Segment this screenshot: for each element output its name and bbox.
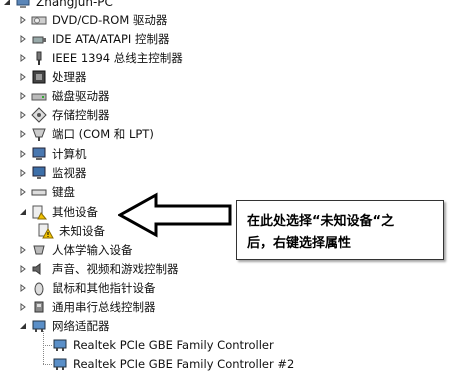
callout-line-2: 后，右键选择属性	[247, 236, 352, 251]
left-arrow-icon	[118, 192, 232, 238]
tree-item-label: 端口 (COM 和 LPT)	[52, 127, 154, 141]
tree-item-storage[interactable]: 存储控制器	[18, 106, 110, 124]
tree-item-label: 计算机	[52, 147, 87, 161]
tree-item-ieee1394[interactable]: IEEE 1394 总线主控制器	[18, 49, 183, 67]
expand-arrow-icon[interactable]	[18, 68, 28, 86]
tree-root-label: Zhangjun-PC	[36, 0, 113, 9]
tree-item-label: 网络适配器	[52, 319, 110, 333]
keyboard-icon	[31, 184, 47, 200]
tree-item-label: 存储控制器	[52, 108, 110, 122]
tree-item-usb[interactable]: 通用串行总线控制器	[18, 298, 156, 316]
tree-item-disk[interactable]: 磁盘驱动器	[18, 87, 110, 105]
tree-item-label: IDE ATA/ATAPI 控制器	[52, 32, 170, 46]
tree-item-realtek-1[interactable]: Realtek PCIe GBE Family Controller	[52, 336, 274, 354]
tree-item-label: Realtek PCIe GBE Family Controller	[73, 338, 274, 352]
tree-root[interactable]: Zhangjun-PC	[2, 0, 113, 11]
tree-item-other-devices[interactable]: 其他设备	[18, 203, 98, 221]
tree-item-label: 未知设备	[59, 224, 105, 238]
expand-arrow-icon[interactable]	[18, 11, 28, 29]
tree-item-sound[interactable]: 声音、视频和游戏控制器	[18, 260, 179, 278]
callout-line-1: 在此处选择“未知设备“之	[247, 214, 395, 229]
tree-item-unknown-device[interactable]: 未知设备	[38, 222, 105, 240]
expand-arrow-icon[interactable]	[18, 279, 28, 297]
tree-item-keyboard[interactable]: 键盘	[18, 183, 75, 201]
processor-icon	[31, 69, 47, 85]
tree-item-ide[interactable]: IDE ATA/ATAPI 控制器	[18, 30, 169, 48]
tree-item-label: 磁盘驱动器	[52, 89, 110, 103]
collapse-arrow-icon[interactable]	[18, 317, 28, 335]
expand-arrow-icon[interactable]	[18, 87, 28, 105]
tree-item-label: Realtek PCIe GBE Family Controller #2	[73, 357, 295, 371]
expand-arrow-icon[interactable]	[18, 183, 28, 201]
expand-arrow-icon[interactable]	[18, 241, 28, 259]
expand-arrow-icon[interactable]	[18, 30, 28, 48]
tree-item-label: 监视器	[52, 166, 87, 180]
usb-icon	[31, 299, 47, 315]
tree-item-label: IEEE 1394 总线主控制器	[52, 51, 183, 65]
network-card-icon	[52, 356, 68, 372]
tree-item-label: 人体学输入设备	[52, 243, 133, 257]
tree-item-network-adapters[interactable]: 网络适配器	[18, 317, 110, 335]
tree-item-label: 通用串行总线控制器	[52, 300, 156, 314]
tree-item-monitor[interactable]: 监视器	[18, 164, 87, 182]
tree-item-label: 鼠标和其他指针设备	[52, 281, 156, 295]
tree-item-processor[interactable]: 处理器	[18, 68, 87, 86]
expand-arrow-icon[interactable]	[18, 145, 28, 163]
network-adapter-icon	[31, 318, 47, 334]
dvd-drive-icon	[31, 12, 47, 28]
annotation-callout: 在此处选择“未知设备“之 后，右键选择属性	[236, 200, 444, 260]
tree-item-dvd[interactable]: DVD/CD-ROM 驱动器	[18, 11, 167, 29]
ieee1394-icon	[31, 50, 47, 66]
hid-icon	[31, 242, 47, 258]
expand-arrow-icon[interactable]	[18, 125, 28, 143]
expand-arrow-icon[interactable]	[18, 260, 28, 278]
tree-item-hid[interactable]: 人体学输入设备	[18, 241, 133, 259]
computer-icon	[15, 0, 31, 10]
disk-drive-icon	[31, 88, 47, 104]
tree-connector-line	[43, 345, 52, 346]
network-card-icon	[52, 337, 68, 353]
tree-item-label: 键盘	[52, 185, 75, 199]
port-icon	[31, 126, 47, 142]
expand-arrow-icon[interactable]	[18, 106, 28, 124]
expand-arrow-icon[interactable]	[18, 298, 28, 316]
ide-controller-icon	[31, 31, 47, 47]
storage-controller-icon	[31, 107, 47, 123]
collapse-arrow-icon[interactable]	[2, 0, 12, 11]
unknown-device-warning-icon	[38, 223, 54, 239]
computer-icon	[31, 146, 47, 162]
tree-item-computer[interactable]: 计算机	[18, 145, 87, 163]
tree-connector-line	[43, 331, 44, 364]
collapse-arrow-icon[interactable]	[18, 203, 28, 221]
tree-item-label: 处理器	[52, 70, 87, 84]
tree-item-ports[interactable]: 端口 (COM 和 LPT)	[18, 125, 154, 143]
monitor-icon	[31, 165, 47, 181]
tree-item-label: 其他设备	[52, 205, 98, 219]
other-devices-icon	[31, 204, 47, 220]
tree-item-label: 声音、视频和游戏控制器	[52, 262, 179, 276]
expand-arrow-icon[interactable]	[18, 164, 28, 182]
tree-item-realtek-2[interactable]: Realtek PCIe GBE Family Controller #2	[52, 355, 294, 373]
tree-item-label: DVD/CD-ROM 驱动器	[52, 13, 168, 27]
tree-connector-line	[43, 364, 52, 365]
mouse-icon	[31, 280, 47, 296]
sound-icon	[31, 261, 47, 277]
tree-item-mouse[interactable]: 鼠标和其他指针设备	[18, 279, 156, 297]
expand-arrow-icon[interactable]	[18, 49, 28, 67]
